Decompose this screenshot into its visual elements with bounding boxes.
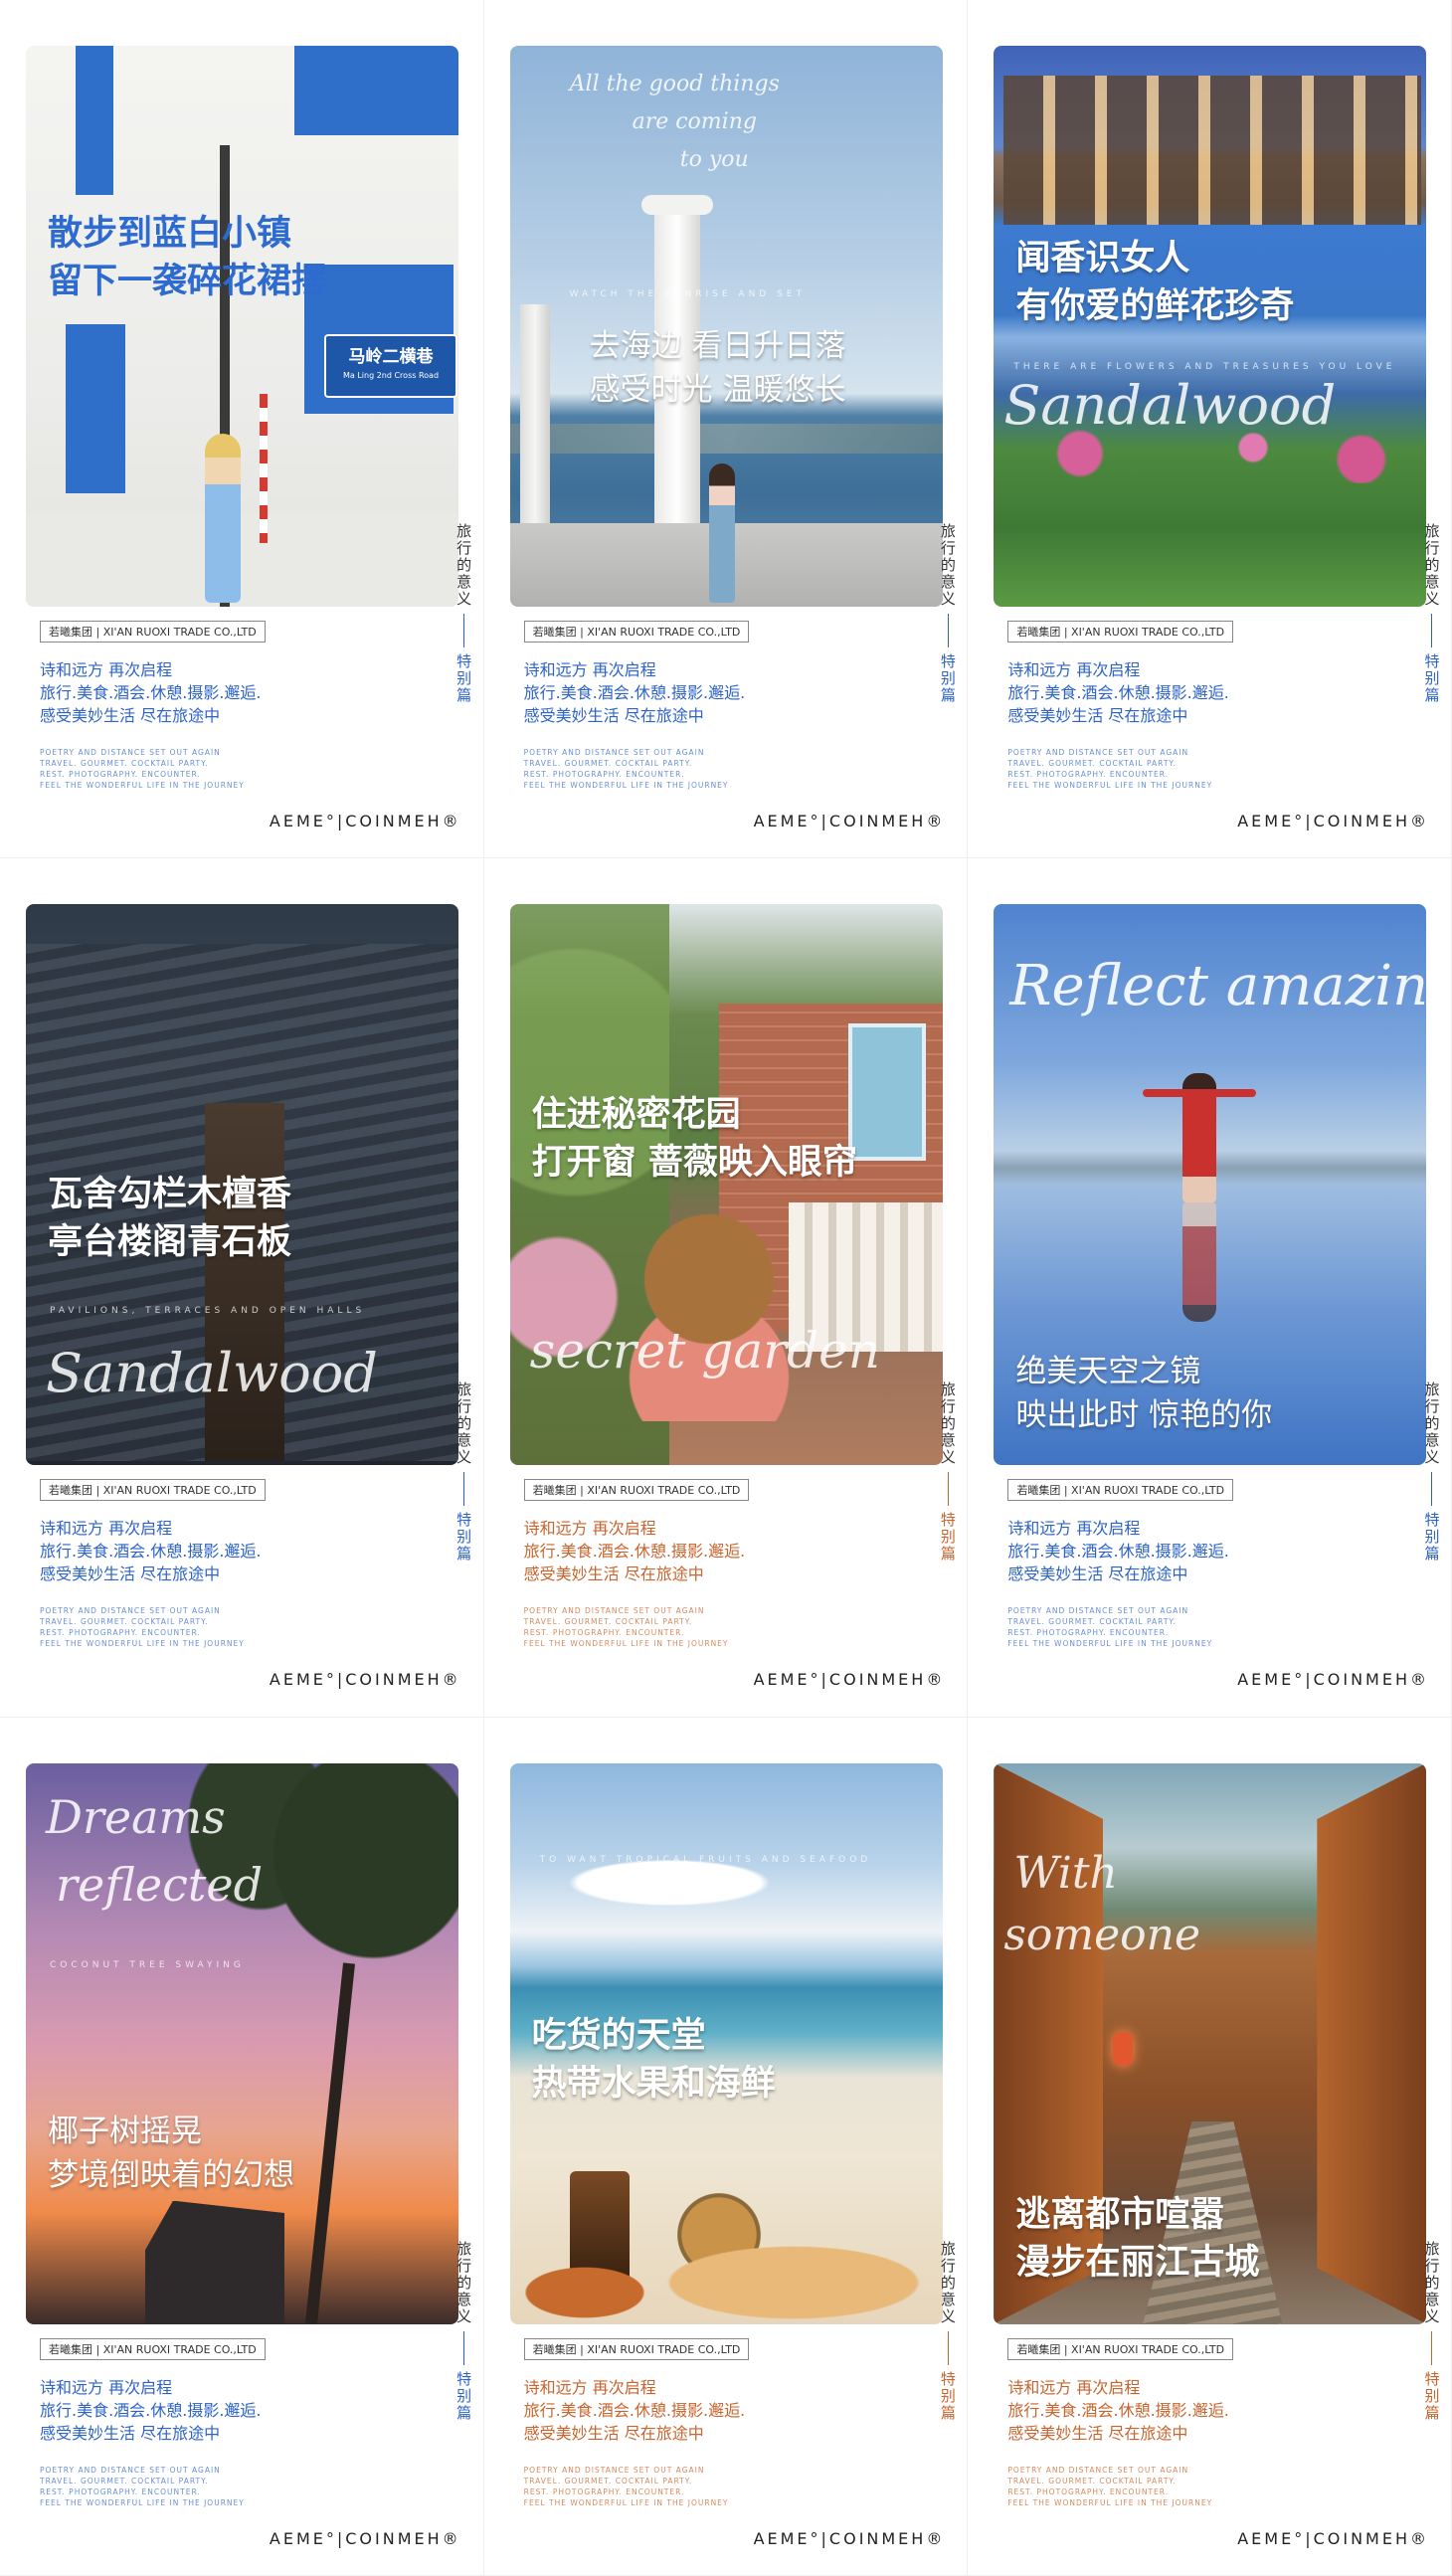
brand-logo: AEME°|COINMEH® bbox=[269, 2528, 461, 2548]
side-label: 旅行的意义 特别篇 bbox=[938, 523, 957, 704]
brand-logo: AEME°|COINMEH® bbox=[1237, 812, 1429, 830]
description: 诗和远方 再次启程 旅行.美食.酒会.休憩.摄影.邂逅. 感受美妙生活 尽在旅途中 bbox=[523, 1519, 746, 1584]
english-description: POETRY AND DISTANCE SET OUT AGAIN TRAVEL.… bbox=[40, 748, 245, 790]
headline: 住进秘密花园 打开窗 蔷薇映入眼帘 bbox=[531, 1095, 857, 1184]
english-description: POETRY AND DISTANCE SET OUT AGAIN TRAVEL.… bbox=[523, 1606, 729, 1649]
side-label: 旅行的意义 特别篇 bbox=[938, 1381, 957, 1564]
poster-card: 马岭二横巷 Ma Ling 2nd Cross Road 散步到蓝白小镇 留下一袭… bbox=[0, 0, 484, 859]
description: 诗和远方 再次启程 旅行.美食.酒会.休憩.摄影.邂逅. 感受美妙生活 尽在旅途中 bbox=[1007, 1519, 1229, 1584]
company-label: 若曦集团 | XI'AN RUOXI TRADE CO.,LTD bbox=[40, 1479, 266, 1502]
side-label: 旅行的意义 特别篇 bbox=[1422, 523, 1441, 704]
script-text: Sandalwood bbox=[1003, 374, 1337, 437]
brand-logo: AEME°|COINMEH® bbox=[1237, 2528, 1429, 2548]
poster-photo: With someone 逃离都市喧嚣 漫步在丽江古城 bbox=[994, 1762, 1427, 2324]
poster-photo: All the good things are coming to you WATC… bbox=[509, 46, 943, 607]
poster-photo: TO WANT TROPICAL FRUITS AND SEAFOOD 吃货的天… bbox=[509, 1762, 943, 2324]
poster-grid: 马岭二横巷 Ma Ling 2nd Cross Road 散步到蓝白小镇 留下一袭… bbox=[0, 0, 1452, 2576]
poster-card: With someone 逃离都市喧嚣 漫步在丽江古城 旅行的意义 特别篇 若曦集团 … bbox=[968, 1717, 1452, 2576]
headline: 去海边 看日升日落 感受时光 温暖悠长 bbox=[589, 328, 846, 408]
headline: 闻香识女人 有你爱的鲜花珍奇 bbox=[1015, 239, 1295, 326]
company-label: 若曦集团 | XI'AN RUOXI TRADE CO.,LTD bbox=[1007, 1479, 1234, 1502]
description: 诗和远方 再次启程 旅行.美食.酒会.休憩.摄影.邂逅. 感受美妙生活 尽在旅途中 bbox=[40, 1519, 262, 1584]
poster-card: TO WANT TROPICAL FRUITS AND SEAFOOD 吃货的天… bbox=[483, 1717, 969, 2576]
poster-card: 瓦舍勾栏木檀香 亭台楼阁青石板 PAVILIONS, TERRACES AND O… bbox=[0, 858, 484, 1718]
brand-logo: AEME°|COINMEH® bbox=[753, 2528, 946, 2548]
headline: 瓦舍勾栏木檀香 亭台楼阁青石板 bbox=[48, 1175, 292, 1263]
brand-logo: AEME°|COINMEH® bbox=[269, 1670, 461, 1690]
poster-photo: 闻香识女人 有你爱的鲜花珍奇 THERE ARE FLOWERS AND TREA… bbox=[994, 46, 1427, 607]
side-label: 旅行的意义 特别篇 bbox=[454, 2240, 473, 2422]
poster-card: Dreams reflected COCONUT TREE SWAYING 椰子树… bbox=[0, 1717, 484, 2576]
english-description: POETRY AND DISTANCE SET OUT AGAIN TRAVEL.… bbox=[1007, 748, 1213, 790]
tagline: COCONUT TREE SWAYING bbox=[50, 1959, 245, 1970]
description: 诗和远方 再次启程 旅行.美食.酒会.休憩.摄影.邂逅. 感受美妙生活 尽在旅途中 bbox=[40, 660, 262, 725]
headline: 散步到蓝白小镇 留下一袭碎花裙摆 bbox=[48, 214, 327, 301]
side-label: 旅行的意义 特别篇 bbox=[1422, 2240, 1441, 2422]
poster-photo: 瓦舍勾栏木檀香 亭台楼阁青石板 PAVILIONS, TERRACES AND O… bbox=[26, 904, 458, 1466]
company-label: 若曦集团 | XI'AN RUOXI TRADE CO.,LTD bbox=[523, 1479, 750, 1502]
company-label: 若曦集团 | XI'AN RUOXI TRADE CO.,LTD bbox=[40, 2337, 266, 2360]
company-label: 若曦集团 | XI'AN RUOXI TRADE CO.,LTD bbox=[1007, 621, 1234, 643]
headline: 椰子树摇晃 梦境倒映着的幻想 bbox=[48, 2113, 294, 2193]
side-label: 旅行的意义 特别篇 bbox=[938, 2240, 957, 2422]
poster-photo: 马岭二横巷 Ma Ling 2nd Cross Road 散步到蓝白小镇 留下一袭… bbox=[26, 46, 458, 607]
script-text: secret garden bbox=[529, 1322, 880, 1380]
description: 诗和远方 再次启程 旅行.美食.酒会.休憩.摄影.邂逅. 感受美妙生活 尽在旅途中 bbox=[40, 2377, 262, 2443]
tagline: WATCH THE SUNRISE AND SET bbox=[569, 289, 806, 299]
tagline: PAVILIONS, TERRACES AND OPEN HALLS bbox=[50, 1306, 366, 1317]
tagline: TO WANT TROPICAL FRUITS AND SEAFOOD bbox=[539, 1854, 872, 1865]
poster-card: Reflect amazing 绝美天空之镜 映出此时 惊艳的你 旅行的意义 特别篇… bbox=[968, 858, 1452, 1718]
poster-photo: Reflect amazing 绝美天空之镜 映出此时 惊艳的你 bbox=[994, 904, 1427, 1466]
street-sign: 马岭二横巷 Ma Ling 2nd Cross Road bbox=[324, 334, 457, 398]
english-description: POETRY AND DISTANCE SET OUT AGAIN TRAVEL.… bbox=[1007, 1606, 1213, 1649]
description: 诗和远方 再次启程 旅行.美食.酒会.休憩.摄影.邂逅. 感受美妙生活 尽在旅途中 bbox=[1007, 660, 1229, 725]
description: 诗和远方 再次启程 旅行.美食.酒会.休憩.摄影.邂逅. 感受美妙生活 尽在旅途中 bbox=[523, 2377, 746, 2443]
description: 诗和远方 再次启程 旅行.美食.酒会.休憩.摄影.邂逅. 感受美妙生活 尽在旅途中 bbox=[1007, 2377, 1229, 2443]
poster-photo: 住进秘密花园 打开窗 蔷薇映入眼帘 secret garden bbox=[509, 904, 943, 1466]
script-text: Dreams reflected bbox=[46, 1789, 264, 1912]
headline: 绝美天空之镜 映出此时 惊艳的你 bbox=[1015, 1354, 1273, 1434]
brand-logo: AEME°|COINMEH® bbox=[753, 1670, 946, 1690]
side-label: 旅行的意义 特别篇 bbox=[1422, 1381, 1441, 1564]
english-description: POETRY AND DISTANCE SET OUT AGAIN TRAVEL.… bbox=[40, 2465, 245, 2507]
english-description: POETRY AND DISTANCE SET OUT AGAIN TRAVEL.… bbox=[523, 2465, 729, 2507]
script-text: All the good things are coming to you bbox=[569, 72, 780, 172]
side-label: 旅行的意义 特别篇 bbox=[454, 1381, 473, 1564]
brand-logo: AEME°|COINMEH® bbox=[1237, 1670, 1429, 1690]
side-label: 旅行的意义 特别篇 bbox=[454, 523, 473, 704]
english-description: POETRY AND DISTANCE SET OUT AGAIN TRAVEL.… bbox=[40, 1606, 245, 1649]
company-label: 若曦集团 | XI'AN RUOXI TRADE CO.,LTD bbox=[1007, 2337, 1234, 2360]
tagline: THERE ARE FLOWERS AND TREASURES YOU LOVE bbox=[1013, 362, 1396, 372]
company-label: 若曦集团 | XI'AN RUOXI TRADE CO.,LTD bbox=[40, 621, 266, 643]
headline: 吃货的天堂 热带水果和海鲜 bbox=[531, 2015, 776, 2104]
company-label: 若曦集团 | XI'AN RUOXI TRADE CO.,LTD bbox=[523, 2337, 750, 2360]
script-text: Sandalwood bbox=[46, 1342, 378, 1405]
script-text: Reflect amazing bbox=[1009, 954, 1427, 1019]
english-description: POETRY AND DISTANCE SET OUT AGAIN TRAVEL.… bbox=[523, 748, 729, 790]
script-text: With someone bbox=[1003, 1847, 1201, 1960]
poster-photo: Dreams reflected COCONUT TREE SWAYING 椰子树… bbox=[26, 1762, 458, 2324]
brand-logo: AEME°|COINMEH® bbox=[269, 812, 461, 830]
poster-card: All the good things are coming to you WATC… bbox=[483, 0, 969, 859]
poster-card: 闻香识女人 有你爱的鲜花珍奇 THERE ARE FLOWERS AND TREA… bbox=[968, 0, 1452, 859]
english-description: POETRY AND DISTANCE SET OUT AGAIN TRAVEL.… bbox=[1007, 2465, 1213, 2507]
headline: 逃离都市喧嚣 漫步在丽江古城 bbox=[1015, 2194, 1260, 2283]
company-label: 若曦集团 | XI'AN RUOXI TRADE CO.,LTD bbox=[523, 621, 750, 643]
description: 诗和远方 再次启程 旅行.美食.酒会.休憩.摄影.邂逅. 感受美妙生活 尽在旅途中 bbox=[523, 660, 746, 725]
poster-card: 住进秘密花园 打开窗 蔷薇映入眼帘 secret garden 旅行的意义 特别篇 … bbox=[483, 858, 969, 1718]
brand-logo: AEME°|COINMEH® bbox=[753, 812, 946, 830]
